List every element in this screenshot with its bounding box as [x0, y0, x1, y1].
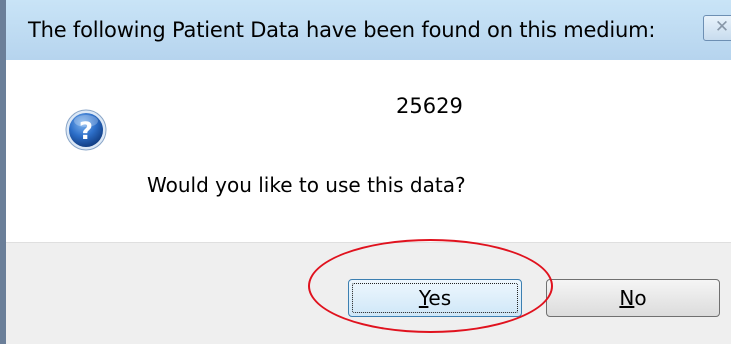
dialog-window: The following Patient Data have been fou… [0, 0, 731, 344]
no-button[interactable]: No [546, 279, 720, 317]
yes-button[interactable]: Yes [348, 279, 522, 317]
patient-id: 25629 [396, 94, 463, 118]
dialog-title: The following Patient Data have been fou… [28, 18, 656, 42]
focus-ring [352, 283, 518, 313]
close-icon: ✕ [714, 17, 730, 37]
dialog-content: ? 25629 Would you like to use this data? [6, 60, 731, 242]
prompt-text: Would you like to use this data? [147, 173, 466, 197]
no-mnemonic: N [619, 286, 635, 310]
close-button[interactable]: ✕ [703, 15, 731, 41]
no-label-rest: o [634, 286, 647, 310]
button-area: Yes No [6, 242, 731, 344]
svg-text:?: ? [79, 117, 93, 145]
title-bar[interactable]: The following Patient Data have been fou… [6, 0, 731, 60]
question-icon: ? [65, 109, 107, 155]
